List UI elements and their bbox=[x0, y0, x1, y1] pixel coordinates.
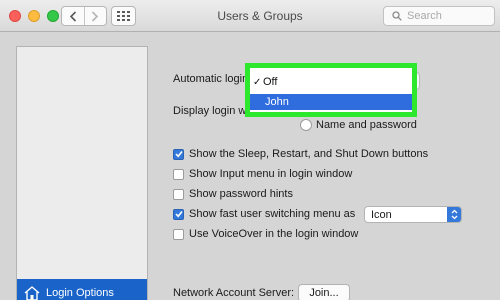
sidebar-item-login-options[interactable]: Login Options bbox=[17, 279, 147, 300]
menu-item-off[interactable]: ✓ Off bbox=[250, 74, 412, 90]
close-window-button[interactable] bbox=[9, 10, 21, 22]
search-icon bbox=[392, 11, 402, 21]
option-show-sleep-restart-shutdown[interactable]: Show the Sleep, Restart, and Shut Down b… bbox=[173, 148, 428, 160]
chevron-right-icon bbox=[92, 10, 99, 22]
automatic-login-label: Automatic login: bbox=[173, 73, 252, 85]
join-button[interactable]: Join... bbox=[298, 284, 350, 300]
radio-button[interactable] bbox=[300, 119, 312, 131]
option-label: Show the Sleep, Restart, and Shut Down b… bbox=[189, 148, 429, 160]
option-label: Show fast user switching menu as bbox=[189, 208, 356, 220]
option-show-input-menu[interactable]: Show Input menu in login window bbox=[173, 168, 352, 180]
search-input[interactable]: Search bbox=[383, 6, 495, 26]
checkbox[interactable] bbox=[173, 148, 184, 160]
checkbox[interactable] bbox=[173, 168, 184, 180]
grid-icon bbox=[117, 11, 130, 21]
window-title: Users & Groups bbox=[217, 9, 303, 23]
sidebar-item-label: Login Options bbox=[46, 287, 114, 299]
stepper-arrows-icon bbox=[447, 207, 461, 222]
show-all-button[interactable] bbox=[111, 6, 136, 26]
menu-item-label: John bbox=[265, 96, 289, 108]
house-icon bbox=[24, 286, 40, 300]
chevron-left-icon bbox=[69, 10, 76, 22]
zoom-window-button[interactable] bbox=[47, 10, 59, 22]
menu-item-john[interactable]: John bbox=[250, 94, 412, 110]
option-use-voiceover[interactable]: Use VoiceOver in the login window bbox=[173, 228, 358, 240]
option-show-password-hints[interactable]: Show password hints bbox=[173, 188, 293, 200]
option-label: Show password hints bbox=[189, 188, 293, 200]
option-label: Show Input menu in login window bbox=[189, 168, 353, 180]
menu-item-label: Off bbox=[263, 76, 278, 88]
network-account-server-label: Network Account Server: bbox=[173, 287, 295, 299]
option-label: Use VoiceOver in the login window bbox=[189, 228, 359, 240]
checkmark-icon bbox=[174, 151, 183, 158]
select-value: Icon bbox=[371, 208, 392, 221]
fast-switch-style-select[interactable]: Icon bbox=[364, 206, 462, 223]
title-bar: Users & Groups Search bbox=[0, 0, 500, 32]
radio-label: Name and password bbox=[316, 119, 417, 131]
checkbox[interactable] bbox=[173, 208, 184, 220]
forward-button[interactable] bbox=[83, 7, 107, 25]
option-fast-user-switching[interactable]: Show fast user switching menu as bbox=[173, 208, 355, 220]
automatic-login-menu: ✓ Off John bbox=[245, 63, 417, 117]
minimize-window-button[interactable] bbox=[28, 10, 40, 22]
radio-name-and-password[interactable]: Name and password bbox=[300, 119, 417, 131]
back-button[interactable] bbox=[62, 7, 84, 25]
search-placeholder: Search bbox=[407, 10, 442, 22]
checkbox[interactable] bbox=[173, 228, 184, 240]
users-sidebar[interactable]: Login Options bbox=[16, 46, 148, 300]
checkmark-icon bbox=[174, 211, 183, 218]
checkbox[interactable] bbox=[173, 188, 184, 200]
checkmark-icon: ✓ bbox=[253, 76, 262, 88]
navigation-buttons bbox=[61, 6, 107, 26]
